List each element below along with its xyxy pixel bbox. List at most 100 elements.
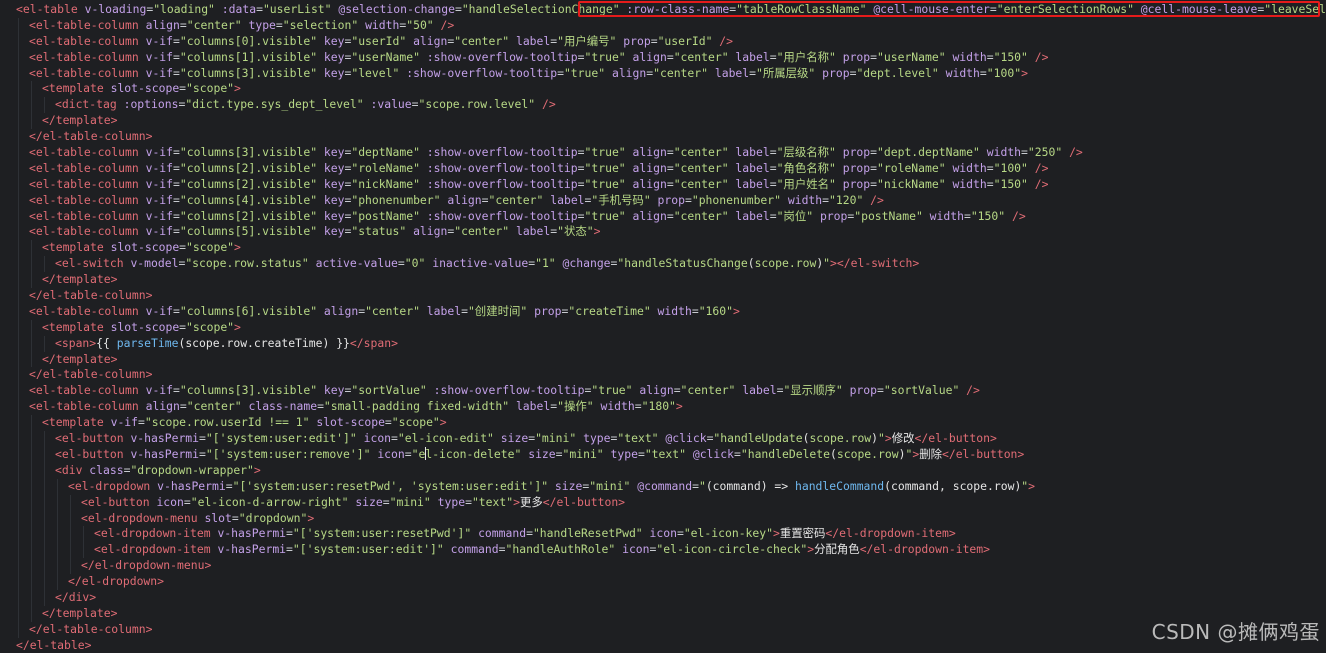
code-line[interactable]: </el-dropdown> bbox=[0, 574, 1326, 590]
tag-token: > bbox=[593, 224, 601, 239]
code-line[interactable]: <el-switch v-model = "scope.row.status" ac… bbox=[0, 256, 1326, 273]
punctuation-token: = bbox=[384, 415, 392, 430]
code-text: <el-table-column v-if="columns[5].visibl… bbox=[29, 224, 600, 238]
code-line[interactable]: </template> bbox=[0, 605, 1326, 622]
tag-token: > bbox=[439, 415, 447, 430]
code-line[interactable]: <dict-tag :options = "dict.type.sys_dept_l… bbox=[0, 97, 1326, 114]
code-line[interactable]: <el-dropdown-menu slot="dropdown"> bbox=[0, 510, 1326, 527]
indent-guide bbox=[18, 208, 19, 225]
code-line[interactable]: <el-table-column v-if="columns[6].visibl… bbox=[0, 303, 1326, 320]
code-line[interactable]: </el-table-column> bbox=[0, 621, 1326, 638]
code-line[interactable]: <el-table-column v-if="columns[2].visibl… bbox=[0, 176, 1326, 193]
string-token: "roleName" bbox=[877, 160, 946, 175]
punctuation-token: = bbox=[179, 240, 187, 255]
text-token: 删除 bbox=[919, 446, 942, 461]
code-line[interactable]: <span>{{ parseTime(scope.row.createTime)… bbox=[0, 335, 1326, 352]
attribute-token: inactive-value bbox=[432, 256, 529, 271]
string-token: "center" bbox=[673, 208, 729, 223]
string-token: "50" bbox=[406, 17, 434, 32]
code-line[interactable]: <el-table-column v-if="columns[2].visibl… bbox=[0, 208, 1326, 225]
text-token: 修改 bbox=[891, 431, 915, 446]
code-text: <el-button v-hasPermi="['system:user:edi… bbox=[55, 431, 997, 445]
indent-guide bbox=[70, 494, 71, 511]
attribute-token: key bbox=[323, 33, 345, 48]
indent-guide bbox=[18, 589, 19, 606]
tag-token: <el-button bbox=[55, 431, 124, 446]
code-line[interactable]: </el-table> bbox=[0, 638, 1326, 653]
code-line[interactable]: </template> bbox=[0, 272, 1326, 289]
attribute-token: v-if bbox=[145, 160, 174, 175]
code-line-active[interactable]: <el-button v-hasPermi="['system:user:rem… bbox=[0, 446, 1326, 463]
indent-guide bbox=[57, 526, 58, 543]
watermark: CSDN @摊俩鸡蛋 bbox=[1151, 620, 1320, 644]
punctuation-token bbox=[317, 383, 324, 397]
punctuation-token bbox=[535, 97, 542, 111]
code-line[interactable]: </div> bbox=[0, 589, 1326, 606]
tag-token: <el-switch bbox=[55, 256, 124, 271]
punctuation-token: = bbox=[963, 208, 971, 223]
punctuation-token: = bbox=[870, 49, 878, 64]
code-line[interactable]: <el-table-column v-if="columns[4].visibl… bbox=[0, 192, 1326, 209]
code-line[interactable]: <el-table-column align="center" type="se… bbox=[0, 17, 1326, 34]
string-token: "true" bbox=[584, 160, 626, 175]
attribute-token: :value bbox=[370, 97, 412, 112]
string-token: "160" bbox=[698, 303, 733, 318]
attribute-token: width bbox=[365, 17, 400, 32]
indent-guide bbox=[18, 478, 19, 495]
code-line[interactable]: </el-table-column> bbox=[0, 367, 1326, 384]
attribute-token: width bbox=[986, 145, 1022, 160]
code-line[interactable]: <template slot-scope="scope"> bbox=[0, 240, 1326, 257]
code-line[interactable]: <el-dropdown-item v-hasPermi="['system:u… bbox=[0, 542, 1326, 559]
punctuation-token bbox=[139, 177, 146, 191]
code-line[interactable]: <el-button v-hasPermi="['system:user:edi… bbox=[0, 431, 1326, 447]
indent-guide bbox=[57, 542, 58, 559]
code-line[interactable]: </el-table-column> bbox=[0, 288, 1326, 304]
tag-token: > bbox=[234, 240, 241, 255]
code-line[interactable]: <el-table-column v-if="columns[2].visibl… bbox=[0, 160, 1326, 177]
indent-guide bbox=[18, 303, 19, 320]
tag-token: <el-table-column bbox=[29, 303, 139, 318]
code-line[interactable]: <el-table-column align="center" class-na… bbox=[0, 399, 1326, 416]
code-line[interactable]: <el-table-column v-if="columns[0].visibl… bbox=[0, 33, 1326, 50]
code-area[interactable]: <el-table v-loading="loading" :data="use… bbox=[0, 2, 1326, 653]
indent-guide bbox=[70, 526, 71, 543]
code-text: <template slot-scope="scope"> bbox=[42, 240, 241, 254]
code-line[interactable]: <el-table-column v-if="columns[1].visibl… bbox=[0, 49, 1326, 66]
code-text: <el-table-column v-if="columns[1].visibl… bbox=[29, 50, 1048, 64]
punctuation-token: = bbox=[179, 319, 187, 334]
text-token: (command, scope.row) bbox=[884, 478, 1022, 493]
punctuation-token: = bbox=[173, 192, 180, 207]
string-token: "scope" bbox=[186, 81, 235, 96]
code-line[interactable]: <el-table-column v-if="columns[3].visibl… bbox=[0, 65, 1326, 82]
code-line[interactable]: <el-button icon="el-icon-d-arrow-right" … bbox=[0, 494, 1326, 511]
punctuation-token bbox=[139, 50, 146, 64]
code-editor[interactable]: <el-table v-loading="loading" :data="use… bbox=[0, 0, 1326, 653]
punctuation-token: = bbox=[411, 97, 419, 112]
indent-guide bbox=[70, 510, 71, 527]
tag-token: > bbox=[307, 510, 315, 525]
string-token: "columns[3].visible" bbox=[179, 65, 318, 80]
code-line[interactable]: <el-dropdown v-hasPermi="['system:user:r… bbox=[0, 478, 1326, 495]
code-line[interactable]: <template slot-scope="scope"> bbox=[0, 319, 1326, 336]
code-line[interactable]: <el-table-column v-if="columns[5].visibl… bbox=[0, 224, 1326, 241]
code-line[interactable]: </template> bbox=[0, 351, 1326, 368]
string-token: "['system:user:remove']" bbox=[205, 446, 371, 461]
punctuation-token: = bbox=[454, 2, 462, 16]
code-text: <el-table-column v-if="columns[2].visibl… bbox=[29, 209, 1026, 223]
code-line[interactable]: </template> bbox=[0, 113, 1326, 130]
code-line[interactable]: <el-table-column v-if="columns[3].visibl… bbox=[0, 145, 1326, 161]
code-line[interactable]: <div class="dropdown-wrapper"> bbox=[0, 462, 1326, 479]
indent-guide bbox=[31, 446, 32, 463]
punctuation-token: = bbox=[138, 415, 145, 430]
code-line[interactable]: </el-table-column> bbox=[0, 129, 1326, 146]
string-token: "100" bbox=[993, 160, 1028, 175]
code-line[interactable]: <el-dropdown-item v-hasPermi="['system:u… bbox=[0, 526, 1326, 543]
code-line[interactable]: <el-table-column v-if="columns[3].visibl… bbox=[0, 383, 1326, 400]
tag-token: > bbox=[675, 399, 683, 414]
tag-token: ></el-switch> bbox=[830, 256, 920, 271]
code-line[interactable]: </el-dropdown-menu> bbox=[0, 558, 1326, 575]
punctuation-token bbox=[78, 2, 85, 16]
code-line[interactable]: <template v-if="scope.row.userId !== 1" … bbox=[0, 415, 1326, 432]
string-token: "columns[2].visible" bbox=[179, 208, 318, 223]
code-line[interactable]: <template slot-scope="scope"> bbox=[0, 81, 1326, 98]
